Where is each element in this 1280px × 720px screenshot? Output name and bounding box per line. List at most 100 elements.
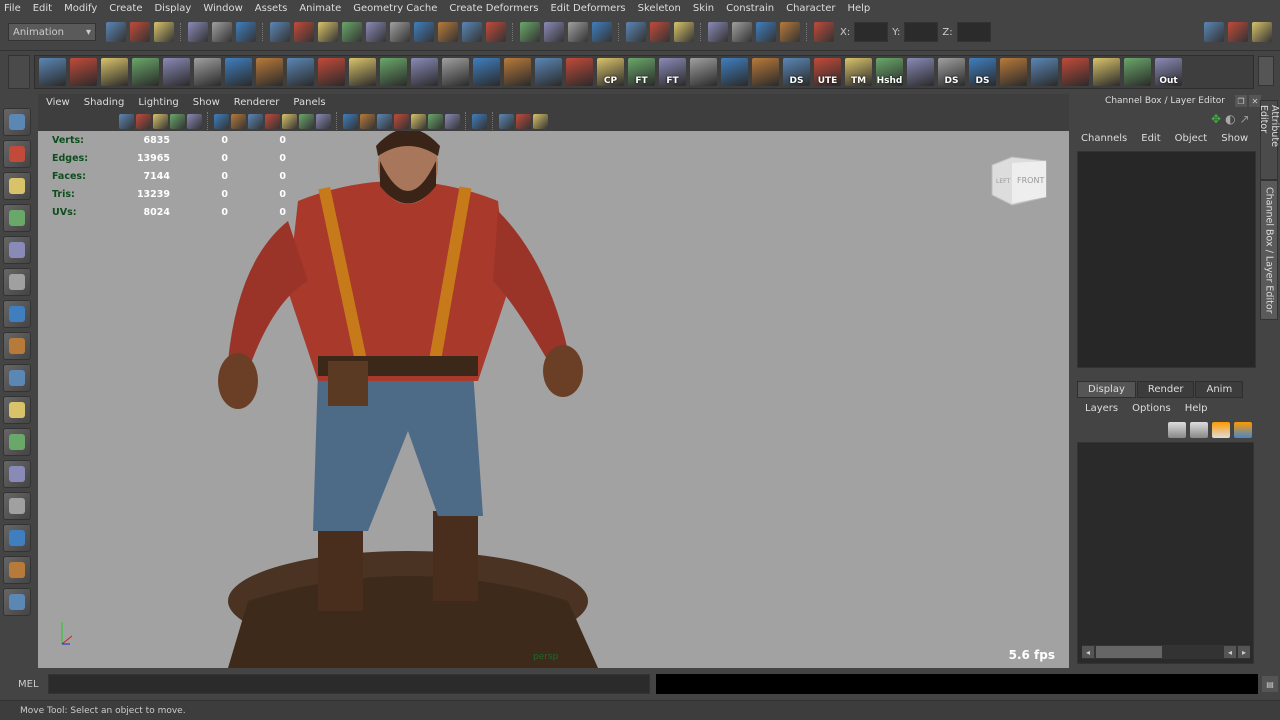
snap-vertex-icon[interactable] [414, 22, 434, 42]
float-panel-icon[interactable]: ❐ [1235, 95, 1247, 107]
tab-display[interactable]: Display [1077, 381, 1136, 398]
hypershade-pane-icon[interactable] [3, 524, 31, 552]
camera-lock-icon[interactable] [499, 113, 514, 129]
layer-menu-layers[interactable]: Layers [1085, 403, 1118, 414]
3d-view[interactable]: Verts: 6835 0 0 Edges: 13965 0 0 Faces: 7144 0 0 Tri… [38, 131, 1069, 668]
viewport-menu-show[interactable]: Show [193, 97, 220, 108]
hierarchy-4-icon[interactable] [411, 58, 438, 86]
uv-project-icon[interactable] [1124, 58, 1151, 86]
textured-icon[interactable] [316, 113, 331, 129]
tab-attribute-editor[interactable]: Attribute Editor [1258, 100, 1280, 180]
menu-create[interactable]: Create [109, 3, 142, 14]
uv-grid-delete-icon[interactable] [1062, 58, 1089, 86]
y-input[interactable] [904, 22, 939, 42]
save-scene-icon[interactable] [154, 22, 174, 42]
uv-tile-icon[interactable] [1000, 58, 1027, 86]
scroll-left-icon[interactable]: ◂ [1082, 646, 1094, 658]
new-layer-icon[interactable] [1212, 422, 1230, 438]
graph-pane-icon[interactable] [3, 492, 31, 520]
viewport-menu-renderer[interactable]: Renderer [234, 97, 280, 108]
camera-dolly-icon[interactable] [194, 58, 221, 86]
shelf-scrollbar[interactable] [1258, 56, 1274, 86]
help-query-icon[interactable] [438, 22, 458, 42]
magnet-curve-icon[interactable] [544, 22, 564, 42]
script-editor-icon[interactable]: ▤ [1262, 676, 1278, 692]
magnet-point-icon[interactable] [568, 22, 588, 42]
transform-field-icon[interactable] [814, 22, 834, 42]
axis-cp-icon[interactable]: CP [597, 58, 624, 86]
light-default-icon[interactable] [411, 113, 426, 129]
wire-on-shaded-icon[interactable] [265, 113, 280, 129]
split-plane-icon[interactable] [907, 58, 934, 86]
menu-character[interactable]: Character [786, 3, 835, 14]
render-settings-icon[interactable] [780, 22, 800, 42]
cube-solid-icon[interactable] [360, 113, 375, 129]
light-all-icon[interactable] [428, 113, 443, 129]
snap-curve-icon[interactable] [294, 22, 314, 42]
channel-menu-edit[interactable]: Edit [1141, 133, 1160, 144]
lasso-tool-icon[interactable] [3, 140, 31, 168]
hierarchy-1-icon[interactable] [318, 58, 345, 86]
menu-geometry-cache[interactable]: Geometry Cache [353, 3, 437, 14]
view-cube[interactable]: LEFT FRONT [990, 155, 1048, 207]
snap-point-icon[interactable] [318, 22, 338, 42]
select-cube-icon[interactable] [504, 58, 531, 86]
select-highlight-icon[interactable] [486, 22, 506, 42]
speed-toggle-icon[interactable]: ◐ [1225, 112, 1235, 126]
checker-icon[interactable] [394, 113, 409, 129]
scroll-thumb[interactable] [1096, 646, 1162, 658]
menu-display[interactable]: Display [154, 3, 191, 14]
cylinder-arrow-icon[interactable] [690, 58, 717, 86]
ipr-render-icon[interactable] [756, 22, 776, 42]
channel-menu-object[interactable]: Object [1175, 133, 1208, 144]
grid-icon[interactable] [170, 113, 185, 129]
axis-ft-icon[interactable]: FT [628, 58, 655, 86]
hyper-arrow-icon[interactable]: ↗ [1240, 112, 1250, 126]
select-object-icon[interactable] [212, 22, 232, 42]
image-plane-icon[interactable] [153, 113, 168, 129]
node-editor-icon[interactable] [442, 58, 469, 86]
menu-constrain[interactable]: Constrain [726, 3, 774, 14]
soft-mod-icon[interactable] [3, 332, 31, 360]
paint-brush-icon[interactable] [566, 58, 593, 86]
manipulator-axis-icon[interactable]: ✥ [1211, 112, 1221, 126]
menuset-dropdown[interactable]: Animation ▾ [8, 23, 96, 41]
share-icon[interactable] [533, 113, 548, 129]
camera-move-icon[interactable] [132, 58, 159, 86]
snap-live-icon[interactable] [390, 22, 410, 42]
cube-arrow-icon[interactable] [752, 58, 779, 86]
four-pane-icon[interactable] [3, 428, 31, 456]
output-ops-icon[interactable] [650, 22, 670, 42]
layer-menu-help[interactable]: Help [1185, 403, 1208, 414]
magnet-icon[interactable] [520, 22, 540, 42]
mel-label[interactable]: MEL [18, 679, 48, 690]
new-layer-selected-icon[interactable] [1234, 422, 1252, 438]
uv-select-icon[interactable] [1031, 58, 1058, 86]
viewport-menu-lighting[interactable]: Lighting [138, 97, 178, 108]
film-gate-icon[interactable] [187, 113, 202, 129]
horizontal-scrollbar[interactable]: ◂ ◂ ▸ [1082, 645, 1250, 659]
isolate-select-icon[interactable] [472, 113, 487, 129]
uv-pane-icon[interactable] [3, 556, 31, 584]
hierarchy-2-icon[interactable] [349, 58, 376, 86]
camera-attr-icon[interactable] [119, 113, 134, 129]
shaded-icon[interactable] [231, 113, 246, 129]
pencil-ds-icon[interactable]: DS [783, 58, 810, 86]
channel-menu-show[interactable]: Show [1221, 133, 1248, 144]
cylinder-arrow2-icon[interactable] [721, 58, 748, 86]
render-view-icon[interactable] [708, 22, 728, 42]
render-icon[interactable] [732, 22, 752, 42]
cube-wire-icon[interactable] [343, 113, 358, 129]
hierarchy-3-icon[interactable] [380, 58, 407, 86]
z-input[interactable] [956, 22, 991, 42]
last-tool-icon[interactable] [3, 364, 31, 392]
pencil-ds2-icon[interactable]: DS [938, 58, 965, 86]
snap-surface-icon[interactable] [342, 22, 362, 42]
move-layer-down-icon[interactable] [1190, 422, 1208, 438]
xray-icon[interactable] [282, 113, 297, 129]
pencil-ds3-icon[interactable]: DS [969, 58, 996, 86]
split-view-icon[interactable] [516, 113, 531, 129]
viewport-menu-view[interactable]: View [46, 97, 70, 108]
tab-channel-box[interactable]: Channel Box / Layer Editor [1260, 180, 1278, 320]
construction-history-icon[interactable] [674, 22, 694, 42]
